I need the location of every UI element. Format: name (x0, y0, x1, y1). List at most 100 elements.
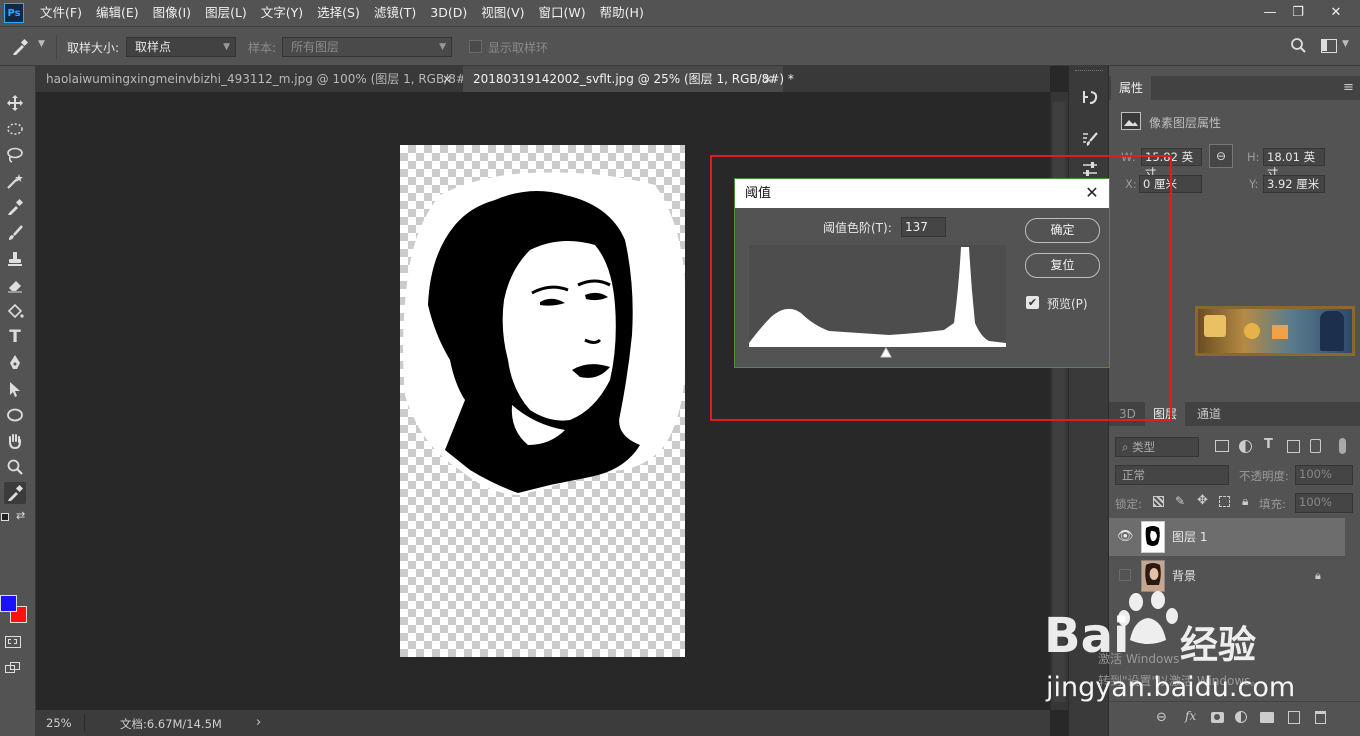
minimize-button[interactable]: — (1258, 2, 1282, 22)
menu-image[interactable]: 图像(I) (146, 0, 198, 26)
swap-colors-icon[interactable]: ⇄ (16, 509, 25, 522)
close-window-button[interactable]: ✕ (1324, 2, 1348, 22)
move-icon[interactable] (4, 92, 26, 114)
opacity-field[interactable]: 100% (1295, 465, 1353, 485)
sample-size-label: 取样大小: (67, 41, 120, 55)
new-group-icon[interactable] (1260, 712, 1274, 723)
ellipse-icon[interactable] (4, 404, 26, 426)
foreground-color-swatch[interactable] (0, 595, 17, 612)
show-ring-checkbox[interactable] (469, 40, 482, 53)
menu-edit[interactable]: 编辑(E) (89, 0, 146, 26)
stamp-icon[interactable] (4, 248, 26, 270)
lock-all-icon[interactable]: 🔒︎ (1242, 494, 1248, 509)
type-icon[interactable]: T (4, 326, 26, 348)
tab-properties[interactable]: 属性 (1111, 76, 1152, 100)
path-select-icon[interactable] (4, 378, 26, 400)
layer-row-layer1[interactable]: 👁︎ 图层 1 (1109, 518, 1345, 556)
menu-window[interactable]: 窗口(W) (532, 0, 593, 26)
quick-mask-icon[interactable] (5, 636, 21, 648)
status-menu-chevron-icon[interactable]: › (256, 715, 261, 730)
filter-kind-value: 类型 (1132, 440, 1156, 454)
height-field[interactable]: 18.01 英寸 (1263, 148, 1325, 180)
sample-size-select[interactable]: 取样点 ▼ (126, 37, 236, 57)
menu-select[interactable]: 选择(S) (310, 0, 367, 26)
visibility-toggle[interactable] (1119, 569, 1131, 581)
annotation-box (710, 155, 1172, 421)
zoom-level[interactable]: 25% (46, 716, 72, 730)
threshold-portrait (403, 172, 686, 495)
sample-select[interactable]: 所有图层 ▼ (282, 37, 452, 57)
link-layers-icon[interactable]: ⊖ (1156, 710, 1167, 725)
filter-pixel-icon[interactable] (1215, 440, 1229, 452)
status-bar: 25% 文档:6.67M/14.5M › (36, 710, 1050, 736)
pen-icon[interactable] (4, 352, 26, 374)
menu-file[interactable]: 文件(F) (33, 0, 89, 26)
history-icon[interactable] (1079, 86, 1101, 108)
workspace-icon[interactable] (1321, 39, 1337, 53)
lock-transparent-icon[interactable] (1153, 496, 1164, 507)
hand-icon[interactable] (4, 430, 26, 452)
magic-wand-icon[interactable] (4, 170, 26, 192)
game-banner-image[interactable] (1195, 306, 1355, 356)
filter-type-icon[interactable]: T (1264, 437, 1273, 452)
eyedropper-icon[interactable] (10, 37, 30, 57)
tab-close-icon[interactable]: × (442, 66, 452, 92)
blend-mode-value: 正常 (1122, 468, 1145, 482)
screen-mode-icon[interactable] (5, 662, 21, 674)
menu-3d[interactable]: 3D(D) (423, 0, 474, 26)
blend-mode-select[interactable]: 正常 (1115, 465, 1229, 485)
sample-size-value: 取样点 (135, 40, 172, 54)
marquee-icon[interactable] (4, 118, 26, 140)
color-sampler-icon[interactable] (4, 482, 26, 504)
pixel-layer-icon (1121, 112, 1141, 130)
document-tabs: haolaiwumingxingmeinvbizhi_493112_m.jpg … (36, 66, 1050, 92)
lock-artboard-icon[interactable] (1219, 496, 1230, 507)
lock-pixels-icon[interactable]: ✎ (1175, 494, 1185, 508)
fill-field[interactable]: 100% (1295, 493, 1353, 513)
eraser-icon[interactable] (4, 274, 26, 296)
link-dimensions-icon[interactable]: ⊖ (1209, 144, 1233, 168)
filter-adjustment-icon[interactable] (1239, 440, 1252, 453)
opacity-label: 不透明度: (1239, 469, 1289, 483)
layer-style-icon[interactable]: fx (1185, 709, 1196, 723)
filter-toggle-icon[interactable] (1339, 438, 1346, 454)
lock-position-icon[interactable]: ✥ (1197, 493, 1208, 508)
search-icon[interactable] (1289, 37, 1307, 55)
menu-layer[interactable]: 图层(L) (198, 0, 254, 26)
tool-preset-chevron-icon[interactable]: ▼ (38, 39, 45, 49)
layer-name[interactable]: 图层 1 (1172, 518, 1207, 556)
brush-settings-icon[interactable] (1079, 128, 1101, 150)
restore-button[interactable]: ❐ (1286, 2, 1310, 22)
filter-smart-object-icon[interactable] (1310, 439, 1321, 453)
menu-type[interactable]: 文字(Y) (254, 0, 310, 26)
new-adjustment-icon[interactable] (1235, 711, 1247, 723)
new-layer-icon[interactable] (1288, 711, 1300, 724)
show-ring-label: 显示取样环 (488, 41, 549, 55)
tab-label: haolaiwumingxingmeinvbizhi_493112_m.jpg … (46, 72, 481, 86)
filter-shape-icon[interactable] (1287, 440, 1300, 453)
panel-menu-icon[interactable]: ≡ (1343, 80, 1354, 95)
tab-label: 20180319142002_svflt.jpg @ 25% (图层 1, RG… (473, 72, 794, 86)
eye-icon[interactable]: 👁︎ (1117, 518, 1134, 556)
tab-document-1[interactable]: haolaiwumingxingmeinvbizhi_493112_m.jpg … (36, 66, 480, 92)
zoom-icon[interactable] (4, 456, 26, 478)
tab-close-icon[interactable]: × (763, 66, 773, 92)
menu-help[interactable]: 帮助(H) (593, 0, 651, 26)
watermark-url: jingyan.baidu.com (1046, 672, 1296, 703)
tab-document-2[interactable]: 20180319142002_svflt.jpg @ 25% (图层 1, RG… (463, 66, 794, 92)
menu-filter[interactable]: 滤镜(T) (367, 0, 423, 26)
menu-view[interactable]: 视图(V) (474, 0, 531, 26)
eyedropper-icon[interactable] (4, 196, 26, 218)
document-canvas[interactable] (400, 145, 686, 657)
default-colors-icon[interactable] (1, 513, 9, 521)
layer-thumbnail (1141, 560, 1165, 592)
workspace-chevron-icon[interactable]: ▼ (1342, 39, 1349, 49)
delete-layer-icon[interactable] (1315, 711, 1326, 724)
brush-icon[interactable] (4, 222, 26, 244)
add-mask-icon[interactable] (1211, 712, 1224, 723)
lasso-icon[interactable] (4, 144, 26, 166)
tab-channels[interactable]: 通道 (1189, 402, 1229, 426)
y-field[interactable]: 3.92 厘米 (1263, 175, 1325, 193)
layer-kind-filter[interactable]: ⌕ 类型 (1115, 437, 1199, 457)
paint-bucket-icon[interactable] (4, 300, 26, 322)
